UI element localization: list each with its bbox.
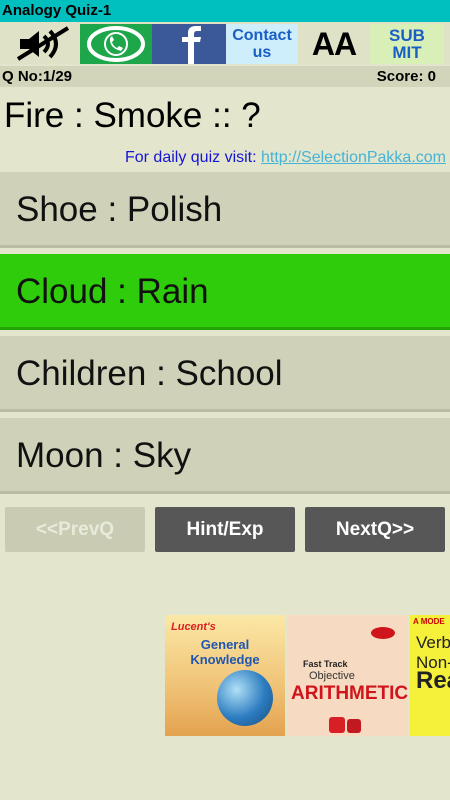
font-size-button[interactable]: AA	[298, 24, 370, 64]
ad-book-arithmetic[interactable]: Fast Track Objective ARITHMETIC	[287, 615, 408, 736]
app-title: Analogy Quiz-1	[2, 2, 112, 19]
contact-label-line2: us	[252, 44, 272, 61]
status-bar: Q No:1/29 Score: 0	[0, 66, 450, 87]
daily-quiz-note: For daily quiz visit: http://SelectionPa…	[125, 149, 446, 167]
submit-label-line2: MIT	[392, 43, 422, 62]
whatsapp-icon	[87, 26, 145, 62]
facebook-icon	[182, 26, 201, 64]
app-title-bar: Analogy Quiz-1	[0, 0, 450, 22]
book2-series: Fast Track	[303, 659, 348, 669]
whatsapp-share-button[interactable]	[80, 24, 152, 64]
speaker-muted-icon	[16, 26, 70, 61]
toolbar: Contact us AA SUB MIT	[0, 22, 450, 64]
font-size-icon: AA	[311, 26, 357, 62]
score: Score: 0	[376, 68, 436, 85]
option-1[interactable]: Shoe : Polish	[0, 172, 450, 248]
ad-book-general-knowledge[interactable]: Lucent's General Knowledge	[165, 615, 285, 736]
option-2-correct[interactable]: Cloud : Rain	[0, 254, 450, 330]
book-ad-banner[interactable]: Lucent's General Knowledge Fast Track Ob…	[165, 615, 450, 736]
book2-subtitle: Objective	[309, 670, 355, 682]
book3-series: A MODE	[413, 617, 445, 626]
book1-publisher: Lucent's	[171, 621, 216, 633]
mute-button[interactable]	[8, 24, 78, 64]
option-4[interactable]: Moon : Sky	[0, 418, 450, 494]
daily-quiz-prefix: For daily quiz visit:	[124, 149, 262, 166]
dice-image	[347, 719, 361, 733]
submit-button[interactable]: SUB MIT	[370, 24, 444, 64]
next-question-button[interactable]: NextQ>>	[305, 507, 445, 552]
book2-badge	[371, 627, 395, 639]
submit-label-line1: SUB	[389, 26, 425, 45]
prev-question-button[interactable]: <<PrevQ	[5, 507, 145, 552]
facebook-share-button[interactable]	[152, 24, 226, 64]
book1-title-line2: Knowledge	[190, 652, 260, 667]
contact-label-line1: Contact	[232, 27, 292, 44]
question-number: Q No:1/29	[2, 68, 73, 85]
globe-image	[217, 670, 273, 726]
hint-button[interactable]: Hint/Exp	[155, 507, 295, 552]
ad-book-reasoning[interactable]: A MODE Verb Non- Rea	[410, 615, 450, 736]
book3-subtitle-line1: Verb	[416, 633, 450, 652]
option-3[interactable]: Children : School	[0, 336, 450, 412]
question-text: Fire : Smoke :: ?	[4, 96, 261, 135]
book2-title: ARITHMETIC	[291, 683, 409, 704]
book1-title-line1: General	[200, 637, 250, 652]
daily-quiz-link[interactable]: http://SelectionPakka.com	[261, 149, 446, 166]
book1-title: General Knowledge	[165, 637, 285, 667]
contact-us-button[interactable]: Contact us	[226, 24, 298, 64]
dice-image	[329, 717, 345, 733]
book3-title: Rea	[416, 667, 450, 694]
